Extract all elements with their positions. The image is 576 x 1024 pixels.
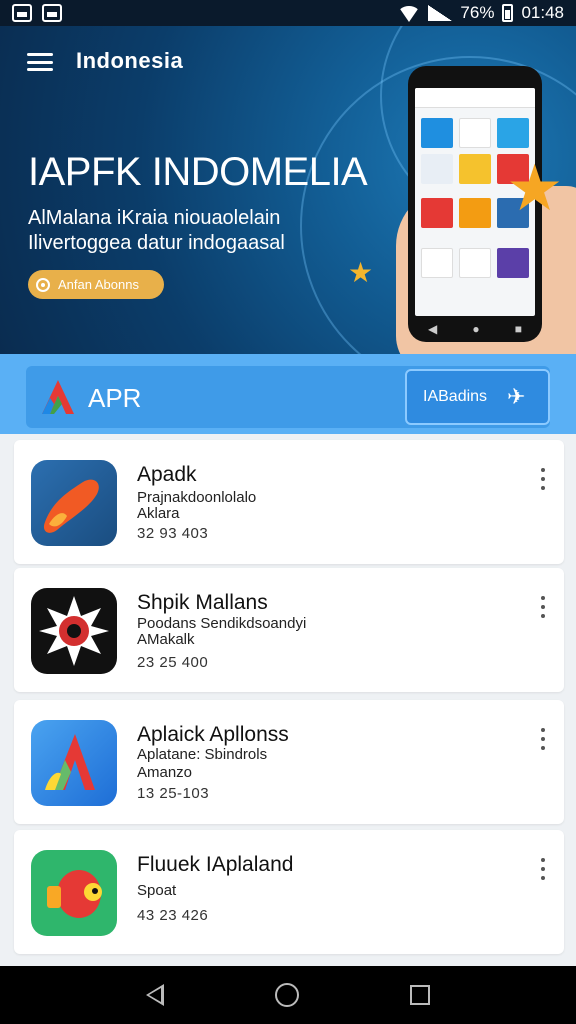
app-title: Aplaick Apllonss [137, 723, 289, 746]
status-bar: 76% 01:48 [0, 0, 576, 26]
app-list-item[interactable]: Fluuek IAplaland Spoat 43 23 426 [14, 830, 564, 954]
app-category: Aklara [137, 505, 180, 522]
app-developer: Aplatane: Sbindrols [137, 746, 268, 763]
app-size: 32 93 403 [137, 525, 209, 542]
notification-icon [42, 4, 62, 22]
wifi-icon [398, 6, 421, 22]
hero-subtitle: AlMalana iKraia niouaolelain Ilivertogge… [28, 206, 388, 256]
app-title: Shpik Mallans [137, 591, 268, 614]
clock: 01:48 [521, 3, 564, 22]
app-developer: Spoat [137, 882, 177, 899]
app-icon [31, 720, 117, 806]
signal-icon [428, 5, 453, 21]
app-size: 23 25 400 [137, 654, 209, 671]
app-developer: Prajnakdoonlolalo [137, 489, 257, 506]
apr-button-label: IABadins [423, 388, 488, 405]
record-icon [36, 277, 50, 292]
hero-title: IAPFK INDOMELIA [28, 150, 368, 194]
apr-logo-icon [42, 380, 74, 414]
app-size: 13 25-103 [137, 785, 210, 802]
more-options-icon[interactable] [539, 858, 547, 880]
star-icon: ★ [348, 257, 374, 288]
gallery-icon [12, 4, 32, 22]
system-nav-bar [0, 966, 576, 1024]
app-title: Fluuek IAplaland [137, 853, 294, 876]
hero-cta-label: Anfan Abonns [58, 277, 139, 292]
app-icon [31, 850, 117, 936]
hero-subtitle-line: Ilivertoggea datur indogaasal [28, 232, 285, 254]
app-icon [31, 460, 117, 546]
app-list-item[interactable]: Aplaick Apllonss Aplatane: Sbindrols Ama… [14, 700, 564, 824]
battery-icon [502, 4, 514, 22]
hero-subtitle-line: AlMalana iKraia niouaolelain [28, 207, 281, 229]
hero-cta-button[interactable]: Anfan Abonns [28, 270, 164, 299]
app-size: 43 23 426 [137, 907, 209, 924]
app-category: AMakalk [137, 631, 195, 648]
hero-banner: Indonesia IAPFK INDOMELIA AlMalana iKrai… [0, 26, 576, 354]
app-developer: Poodans Sendikdsoandyi [137, 615, 307, 632]
app-icon [31, 588, 117, 674]
recent-apps-icon[interactable] [410, 985, 431, 1005]
star-icon: ★ [506, 152, 564, 224]
phone-mockup-nav: ◀ ● ■ [428, 322, 522, 336]
app-category: Amanzo [137, 764, 193, 781]
battery-percent: 76% [460, 3, 495, 22]
more-options-icon[interactable] [539, 728, 547, 750]
app-list-item[interactable]: Shpik Mallans Poodans Sendikdsoandyi AMa… [14, 568, 564, 692]
more-options-icon[interactable] [539, 596, 547, 618]
send-icon: ✈ [507, 384, 526, 409]
more-options-icon[interactable] [539, 468, 547, 490]
back-icon[interactable] [145, 984, 164, 1006]
apr-action-button[interactable]: IABadins ✈ [405, 369, 550, 425]
apr-bar: APR IABadins ✈ [0, 354, 576, 434]
apr-label: APR [88, 383, 142, 413]
hamburger-menu-icon[interactable] [27, 53, 53, 71]
app-list-item[interactable]: Apadk Prajnakdoonlolalo Aklara 32 93 403 [14, 440, 564, 564]
home-icon[interactable] [274, 983, 299, 1007]
app-title: Apadk [137, 463, 197, 486]
brand-title: Indonesia [76, 48, 184, 73]
